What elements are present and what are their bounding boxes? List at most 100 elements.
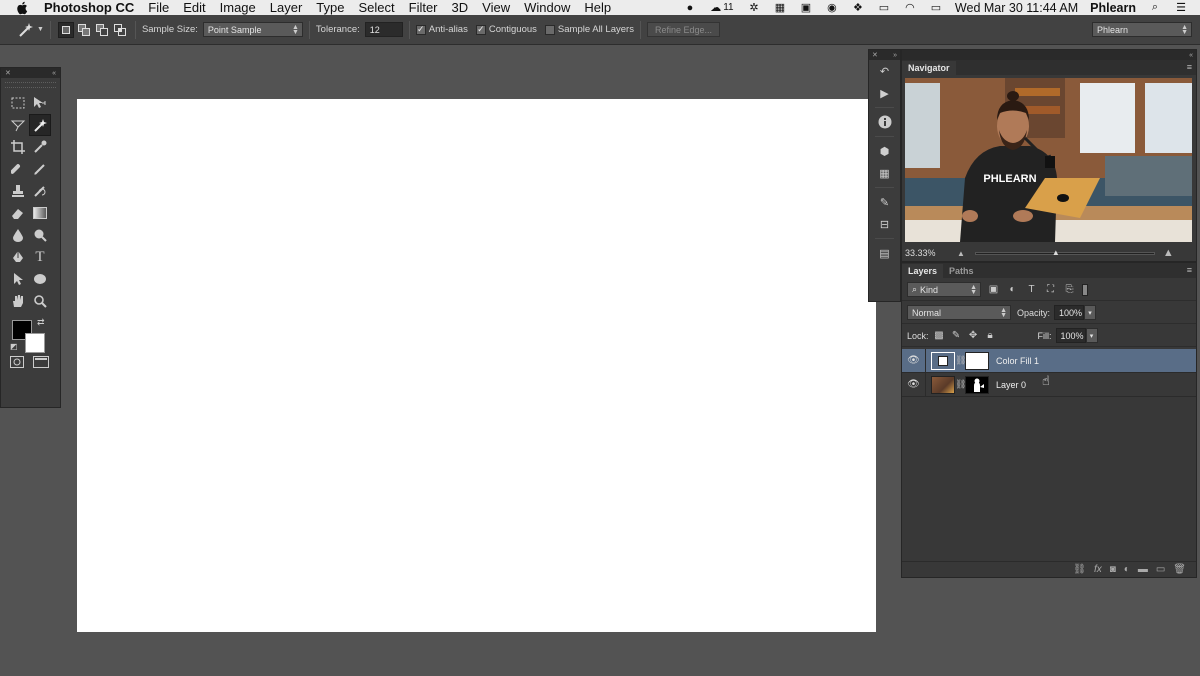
backup-icon[interactable]: ▣ xyxy=(799,2,813,14)
wifi-icon[interactable]: ◠ xyxy=(903,2,917,14)
new-group-icon[interactable]: ▬ xyxy=(1138,564,1148,575)
navigator-preview[interactable]: PHLEARN xyxy=(905,78,1192,242)
menu-help[interactable]: Help xyxy=(584,0,611,15)
hand-tool-icon[interactable] xyxy=(7,290,29,312)
menu-view[interactable]: View xyxy=(482,0,510,15)
menu-select[interactable]: Select xyxy=(358,0,394,15)
new-layer-icon[interactable]: ▭ xyxy=(1156,564,1165,575)
menu-type[interactable]: Type xyxy=(316,0,344,15)
link-layers-icon[interactable]: ⛓ xyxy=(1073,564,1086,575)
menu-file[interactable]: File xyxy=(148,0,169,15)
ellipse-tool-icon[interactable] xyxy=(29,268,51,290)
filter-pixel-icon[interactable]: ▣ xyxy=(987,283,1000,296)
filter-type-icon[interactable]: T xyxy=(1025,283,1038,296)
adjustments-panel-icon[interactable]: ⊟ xyxy=(869,213,900,235)
sample-all-layers-checkbox[interactable] xyxy=(544,24,555,35)
history-panel-icon[interactable]: ↶ xyxy=(869,60,900,82)
lock-pixels-icon[interactable]: ✎ xyxy=(950,329,963,342)
creative-cloud-icon[interactable]: ☁ 11 xyxy=(709,2,735,14)
anti-alias-checkbox[interactable]: ✓ xyxy=(415,24,426,35)
user-name[interactable]: Phlearn xyxy=(1090,1,1136,15)
magic-wand-preset-icon[interactable] xyxy=(18,22,34,38)
actions-panel-icon[interactable]: ▶ xyxy=(869,82,900,104)
close-panel-icon[interactable]: ✕ xyxy=(5,69,11,77)
fill-slider-toggle[interactable]: ▾ xyxy=(1085,328,1098,343)
3d-panel-icon[interactable]: ⬢ xyxy=(869,140,900,162)
expand-dock-icon[interactable]: » xyxy=(893,52,897,59)
add-to-selection-icon[interactable] xyxy=(76,22,92,38)
airplay-icon[interactable]: ▭ xyxy=(877,2,891,14)
record-icon[interactable]: ◉ xyxy=(825,2,839,14)
zoom-out-icon[interactable]: ▲ xyxy=(957,249,965,258)
clone-stamp-tool-icon[interactable] xyxy=(7,180,29,202)
dodge-tool-icon[interactable] xyxy=(29,224,51,246)
lock-all-icon[interactable]: 🔒︎ xyxy=(984,329,997,342)
background-color-swatch[interactable] xyxy=(25,333,45,353)
properties-panel-icon[interactable]: ▤ xyxy=(869,242,900,264)
mask-link-icon[interactable]: ⛓ xyxy=(955,379,966,390)
menu-layer[interactable]: Layer xyxy=(270,0,303,15)
eraser-tool-icon[interactable] xyxy=(7,202,29,224)
tolerance-input[interactable]: 12 xyxy=(364,22,403,37)
contiguous-checkbox[interactable]: ✓ xyxy=(475,24,486,35)
blend-mode-select[interactable]: Normal ▲ ▼ xyxy=(907,305,1011,320)
battery-icon[interactable]: ▭ xyxy=(929,2,943,14)
pen-tool-icon[interactable] xyxy=(7,246,29,268)
menu-image[interactable]: Image xyxy=(220,0,256,15)
collapse-navigator-icon[interactable]: « xyxy=(1189,52,1193,59)
sample-size-select[interactable]: Point Sample ▲ ▼ xyxy=(202,22,303,37)
info-panel-icon[interactable] xyxy=(869,111,900,133)
document-canvas[interactable] xyxy=(77,99,876,632)
layer-mask-thumbnail[interactable] xyxy=(965,375,989,394)
tab-navigator[interactable]: Navigator xyxy=(902,61,956,75)
menu-filter[interactable]: Filter xyxy=(409,0,438,15)
zoom-in-icon[interactable]: ▲ xyxy=(1163,247,1174,259)
collapse-panel-icon[interactable]: « xyxy=(52,70,56,77)
sync-icon[interactable]: ✲ xyxy=(747,2,761,14)
path-selection-tool-icon[interactable] xyxy=(7,268,29,290)
screen-mode-icon[interactable] xyxy=(33,356,49,371)
layer-name[interactable]: Color Fill 1 xyxy=(996,356,1039,366)
preset-dropdown-arrow-icon[interactable]: ▼ xyxy=(37,26,44,33)
subtract-from-selection-icon[interactable] xyxy=(94,22,110,38)
filter-kind-select[interactable]: ⌕ Kind ▲ ▼ xyxy=(907,282,981,297)
new-selection-icon[interactable] xyxy=(57,21,74,38)
clock[interactable]: Wed Mar 30 11:44 AM xyxy=(955,1,1078,15)
opacity-slider-toggle[interactable]: ▾ xyxy=(1084,305,1097,320)
apple-icon[interactable] xyxy=(16,1,32,15)
default-colors-icon[interactable]: ◩ xyxy=(10,342,18,351)
notification-center-icon[interactable]: ☰ xyxy=(1174,2,1188,14)
swatches-panel-icon[interactable]: ▦ xyxy=(869,162,900,184)
magic-wand-tool-icon[interactable] xyxy=(29,114,51,136)
crop-tool-icon[interactable] xyxy=(7,136,29,158)
layer-name[interactable]: Layer 0 xyxy=(996,380,1026,390)
marquee-tool-icon[interactable] xyxy=(7,92,29,114)
opacity-input[interactable]: 100% xyxy=(1054,305,1085,320)
layers-menu-icon[interactable]: ≡ xyxy=(1187,265,1192,275)
dropbox-icon[interactable]: ❖ xyxy=(851,2,865,14)
panel-grip[interactable] xyxy=(5,82,56,88)
delete-layer-icon[interactable]: 🗑︎ xyxy=(1173,564,1186,575)
layer-style-fx-icon[interactable]: fx xyxy=(1094,564,1102,575)
fill-input[interactable]: 100% xyxy=(1055,328,1086,343)
type-tool-icon[interactable]: T xyxy=(29,246,51,268)
menu-window[interactable]: Window xyxy=(524,0,570,15)
filter-toggle[interactable] xyxy=(1082,283,1088,296)
zoom-level[interactable]: 33.33% xyxy=(905,248,945,258)
history-brush-tool-icon[interactable] xyxy=(29,180,51,202)
brush-presets-panel-icon[interactable]: ✎ xyxy=(869,191,900,213)
color-fill-thumbnail[interactable] xyxy=(931,351,955,370)
add-mask-icon[interactable]: ◙ xyxy=(1110,564,1116,575)
visibility-eye-icon[interactable]: 👁︎ xyxy=(902,372,926,397)
layer-mask-thumbnail[interactable] xyxy=(965,351,989,370)
eyedropper-tool-icon[interactable] xyxy=(29,136,51,158)
zoom-slider-thumb[interactable]: ▲ xyxy=(1052,248,1060,257)
blur-tool-icon[interactable] xyxy=(7,224,29,246)
zoom-slider[interactable]: ▲ xyxy=(974,248,1155,257)
zoom-tool-icon[interactable] xyxy=(29,290,51,312)
evernote-icon[interactable]: ● xyxy=(683,2,697,14)
visibility-eye-icon[interactable]: 👁︎ xyxy=(902,348,926,373)
layer-thumbnail[interactable] xyxy=(931,375,955,394)
intersect-selection-icon[interactable] xyxy=(112,22,128,38)
app-name[interactable]: Photoshop CC xyxy=(44,0,134,15)
